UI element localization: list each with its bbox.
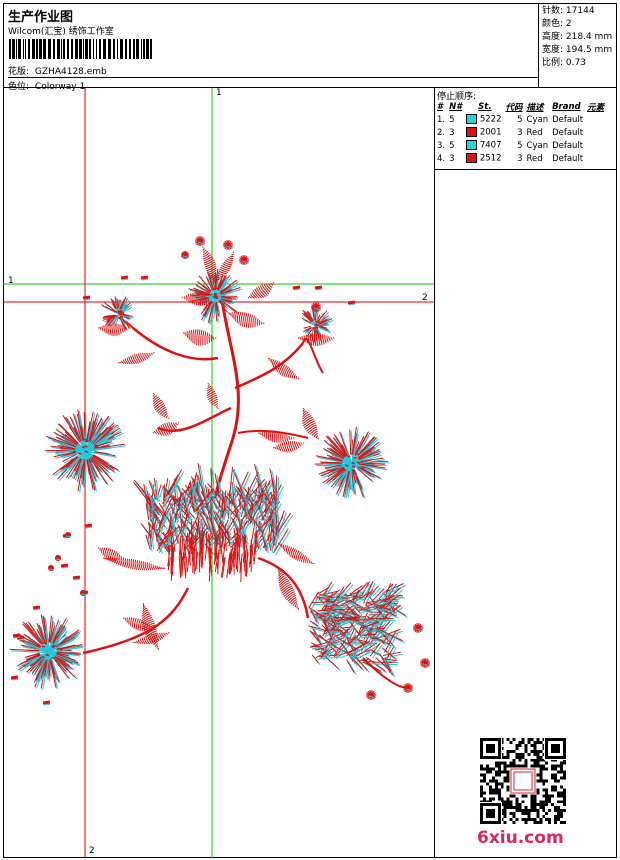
col-description: 描述 — [526, 102, 544, 113]
row-stitches: 7407 — [464, 139, 503, 152]
row-index: 4. — [437, 153, 446, 164]
row-brand: Default — [552, 140, 584, 151]
row-element — [585, 139, 606, 152]
stitch-count: 针数: 17144 — [542, 6, 595, 16]
color-swatch — [466, 127, 478, 138]
col-element: 元素 — [587, 102, 605, 113]
design-width: 宽度: 194.5 mm — [542, 45, 613, 55]
table-row: 1. 5 5222 5 Cyan Default — [435, 113, 606, 126]
table-row: 2. 3 2001 3 Red Default — [435, 126, 606, 139]
file-name-row: 花版: GZHA4128.emb — [8, 64, 107, 77]
watermark: 6xiu.com — [477, 828, 564, 848]
row-needle: 3 — [449, 153, 455, 164]
embroidery-design — [3, 88, 434, 858]
header-panel: 生产作业图 Wilcom(汇宝) 绣饰工作室 花版: GZHA4128.emb … — [3, 3, 539, 92]
row-element — [585, 152, 606, 165]
red-vertical-guide-label: 2 — [89, 846, 95, 856]
file-label: 花版: — [8, 67, 30, 77]
design-scale: 比例: 0.73 — [542, 58, 586, 68]
row-description: Red — [526, 153, 543, 164]
color-swatch — [466, 114, 478, 125]
studio-subtitle: Wilcom(汇宝) 绣饰工作室 — [8, 27, 114, 37]
stats-panel: 针数: 17144 颜色: 2 高度: 218.4 mm 宽度: 194.5 m… — [539, 3, 617, 88]
design-height: 高度: 218.4 mm — [542, 32, 613, 42]
row-needle: 5 — [449, 140, 455, 151]
table-row: 4. 3 2512 3 Red Default — [435, 152, 606, 165]
row-stitches: 2001 — [464, 126, 503, 139]
row-element — [585, 113, 606, 126]
row-brand: Default — [552, 153, 584, 164]
row-brand: Default — [552, 127, 584, 138]
barcode — [9, 39, 152, 59]
row-stitches: 2512 — [464, 152, 503, 165]
col-brand: Brand — [552, 101, 581, 112]
row-element — [585, 126, 606, 139]
col-needle: N# — [449, 101, 463, 112]
green-vertical-guide-label: 1 — [216, 88, 222, 98]
sheet-title: 生产作业图 — [8, 10, 74, 25]
row-description: Cyan — [526, 114, 549, 125]
stop-sequence-panel: 停止顺序: # N# St. 代码 描述 Brand 元素 1. 5 5222 5 C… — [435, 88, 617, 170]
row-code: 5 — [517, 140, 523, 151]
table-header-row: # N# St. 代码 描述 Brand 元素 — [435, 100, 606, 113]
row-brand: Default — [552, 114, 584, 125]
color-swatch — [466, 140, 478, 151]
row-stitches: 5222 — [464, 113, 503, 126]
col-stitches: St. — [478, 101, 492, 112]
col-index: # — [437, 101, 443, 112]
row-description: Red — [526, 127, 543, 138]
row-index: 2. — [437, 127, 446, 138]
row-description: Cyan — [526, 140, 549, 151]
file-name: GZHA4128.emb — [34, 67, 107, 77]
red-horizontal-guide-label: 2 — [422, 293, 428, 303]
row-code: 3 — [517, 153, 523, 164]
row-code: 3 — [517, 127, 523, 138]
table-row: 3. 5 7407 5 Cyan Default — [435, 139, 606, 152]
row-needle: 5 — [449, 114, 455, 125]
row-needle: 3 — [449, 127, 455, 138]
row-index: 1. — [437, 114, 446, 125]
stop-sequence-table: # N# St. 代码 描述 Brand 元素 1. 5 5222 5 Cyan Def… — [435, 100, 606, 165]
qr-code — [480, 738, 566, 824]
row-code: 5 — [517, 114, 523, 125]
row-index: 3. — [437, 140, 446, 151]
green-horizontal-guide-label: 1 — [8, 276, 14, 286]
design-canvas — [3, 88, 435, 858]
col-code: 代码 — [505, 102, 523, 113]
color-swatch — [466, 153, 478, 164]
color-count: 颜色: 2 — [542, 19, 572, 29]
